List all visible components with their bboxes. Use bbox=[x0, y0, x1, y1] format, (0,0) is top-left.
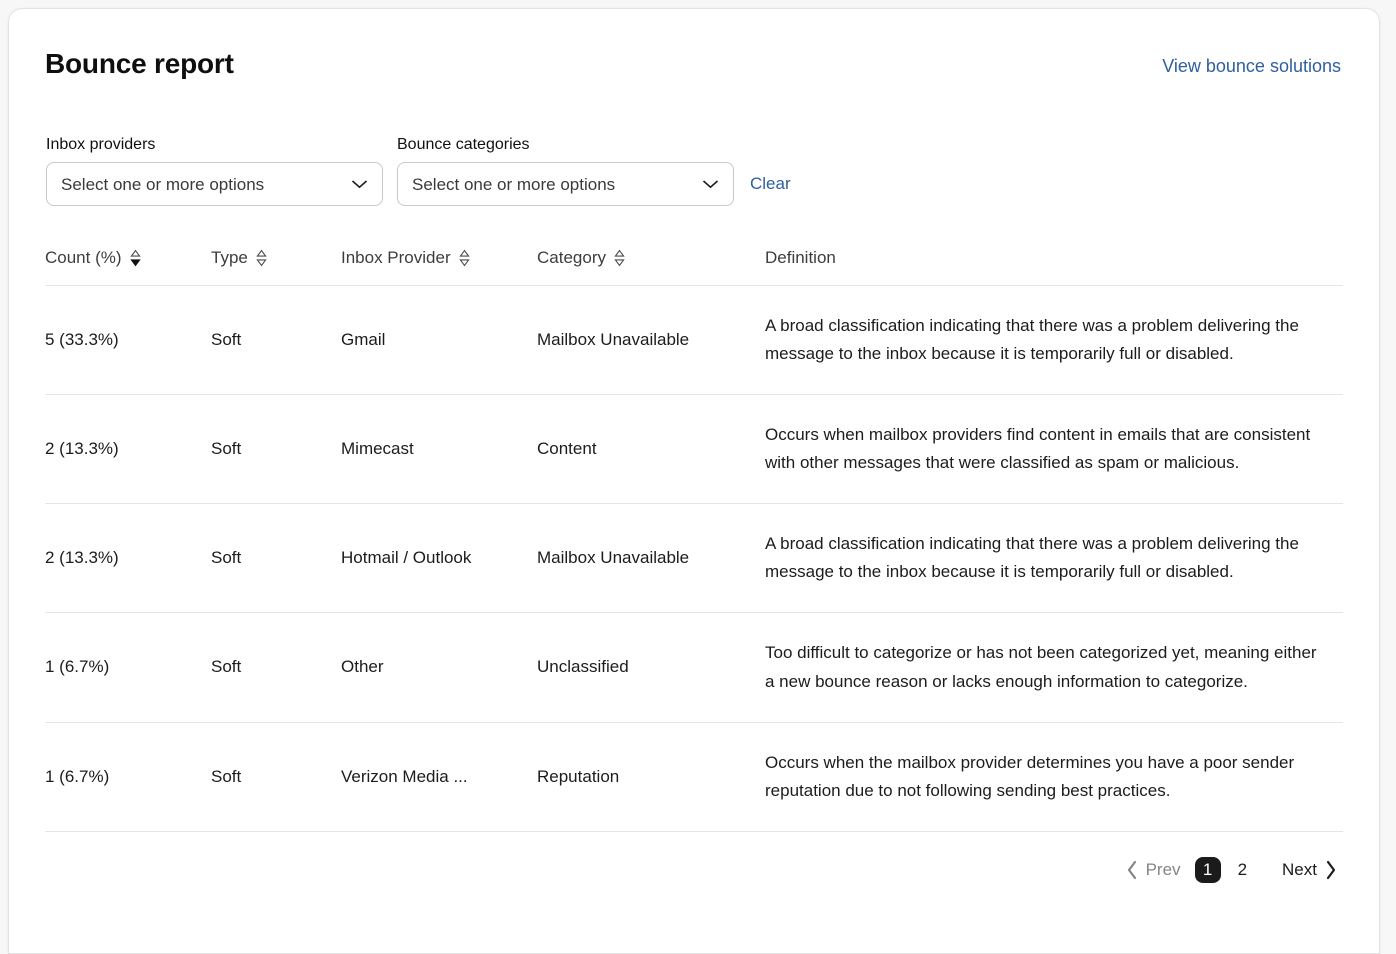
pagination-page-2[interactable]: 2 bbox=[1229, 857, 1256, 883]
column-header-label: Type bbox=[211, 248, 248, 268]
sort-desc-icon bbox=[129, 249, 141, 267]
column-header-label: Count (%) bbox=[45, 248, 122, 268]
cell-type: Soft bbox=[211, 394, 341, 505]
bounce-categories-label: Bounce categories bbox=[397, 136, 530, 153]
cell-definition: Occurs when the mailbox provider determi… bbox=[765, 722, 1343, 832]
cell-definition: Too difficult to categorize or has not b… bbox=[765, 612, 1343, 723]
column-header-definition: Definition bbox=[765, 248, 1343, 287]
pagination-prev-button[interactable]: Prev bbox=[1120, 854, 1187, 886]
pagination: Prev 1 2 Next bbox=[9, 832, 1379, 886]
column-header-label: Definition bbox=[765, 248, 836, 268]
cell-definition: Occurs when mailbox providers find conte… bbox=[765, 394, 1343, 505]
chevron-right-icon bbox=[1326, 860, 1336, 879]
sort-none-icon bbox=[256, 249, 267, 267]
inbox-providers-field: Inbox providers Select one or more optio… bbox=[46, 135, 383, 207]
bounce-report-table-wrap: Count (%) Type Inbox Provider Category D… bbox=[45, 248, 1343, 832]
cell-category: Unclassified bbox=[537, 612, 765, 723]
cell-category: Mailbox Unavailable bbox=[537, 503, 765, 614]
column-header-inbox-provider[interactable]: Inbox Provider bbox=[341, 248, 537, 287]
view-bounce-solutions-link[interactable]: View bounce solutions bbox=[1162, 56, 1341, 77]
cell-count: 1 (6.7%) bbox=[45, 612, 211, 723]
bounce-categories-field: Bounce categories Select one or more opt… bbox=[397, 135, 734, 207]
cell-provider: Gmail bbox=[341, 285, 537, 396]
sort-none-icon bbox=[458, 249, 470, 267]
table-row: 2 (13.3%) Soft Mimecast Content Occurs w… bbox=[45, 394, 1343, 505]
bounce-categories-select-value: Select one or more options bbox=[412, 174, 616, 194]
cell-definition: A broad classification indicating that t… bbox=[765, 285, 1343, 396]
cell-category: Reputation bbox=[537, 722, 765, 832]
bounce-report-card: Bounce report View bounce solutions Inbo… bbox=[8, 8, 1380, 954]
cell-category: Content bbox=[537, 394, 765, 505]
table-row: 1 (6.7%) Soft Other Unclassified Too dif… bbox=[45, 612, 1343, 723]
cell-type: Soft bbox=[211, 612, 341, 723]
chevron-down-icon bbox=[351, 180, 368, 189]
column-header-label: Category bbox=[537, 248, 606, 268]
table-row: 5 (33.3%) Soft Gmail Mailbox Unavailable… bbox=[45, 285, 1343, 396]
pagination-page-1[interactable]: 1 bbox=[1194, 856, 1221, 883]
cell-provider: Hotmail / Outlook bbox=[341, 503, 537, 614]
page-title: Bounce report bbox=[45, 48, 234, 79]
cell-count: 5 (33.3%) bbox=[45, 285, 211, 396]
table-header-row: Count (%) Type Inbox Provider Category D… bbox=[45, 248, 1343, 287]
sort-none-icon bbox=[614, 249, 625, 267]
cell-type: Soft bbox=[211, 503, 341, 614]
cell-type: Soft bbox=[211, 722, 341, 832]
table-body: 5 (33.3%) Soft Gmail Mailbox Unavailable… bbox=[45, 285, 1343, 832]
card-header: Bounce report View bounce solutions bbox=[9, 9, 1379, 111]
column-header-label: Inbox Provider bbox=[341, 248, 451, 268]
table-row: 2 (13.3%) Soft Hotmail / Outlook Mailbox… bbox=[45, 503, 1343, 614]
cell-category: Mailbox Unavailable bbox=[537, 285, 765, 396]
cell-count: 2 (13.3%) bbox=[45, 394, 211, 505]
table-row: 1 (6.7%) Soft Verizon Media ... Reputati… bbox=[45, 722, 1343, 832]
clear-filters-link[interactable]: Clear bbox=[750, 174, 791, 194]
cell-definition: A broad classification indicating that t… bbox=[765, 503, 1343, 614]
cell-type: Soft bbox=[211, 285, 341, 396]
column-header-category[interactable]: Category bbox=[537, 248, 765, 287]
pagination-prev-label: Prev bbox=[1145, 859, 1181, 879]
chevron-left-icon bbox=[1127, 860, 1136, 879]
cell-provider: Other bbox=[341, 612, 537, 723]
column-header-count[interactable]: Count (%) bbox=[45, 248, 211, 287]
column-header-type[interactable]: Type bbox=[211, 248, 341, 287]
bounce-categories-select[interactable]: Select one or more options bbox=[397, 162, 734, 207]
pagination-next-button[interactable]: Next bbox=[1276, 854, 1343, 886]
bounce-report-table: Count (%) Type Inbox Provider Category D… bbox=[45, 248, 1343, 832]
table-head: Count (%) Type Inbox Provider Category D… bbox=[45, 248, 1343, 287]
cell-count: 2 (13.3%) bbox=[45, 503, 211, 614]
cell-provider: Mimecast bbox=[341, 394, 537, 505]
cell-count: 1 (6.7%) bbox=[45, 722, 211, 832]
pagination-next-label: Next bbox=[1282, 859, 1317, 879]
filters-bar: Inbox providers Select one or more optio… bbox=[9, 111, 1379, 207]
inbox-providers-select-value: Select one or more options bbox=[61, 174, 265, 194]
inbox-providers-label: Inbox providers bbox=[46, 136, 156, 153]
cell-provider: Verizon Media ... bbox=[341, 722, 537, 832]
inbox-providers-select[interactable]: Select one or more options bbox=[46, 162, 383, 207]
chevron-down-icon bbox=[702, 180, 719, 189]
